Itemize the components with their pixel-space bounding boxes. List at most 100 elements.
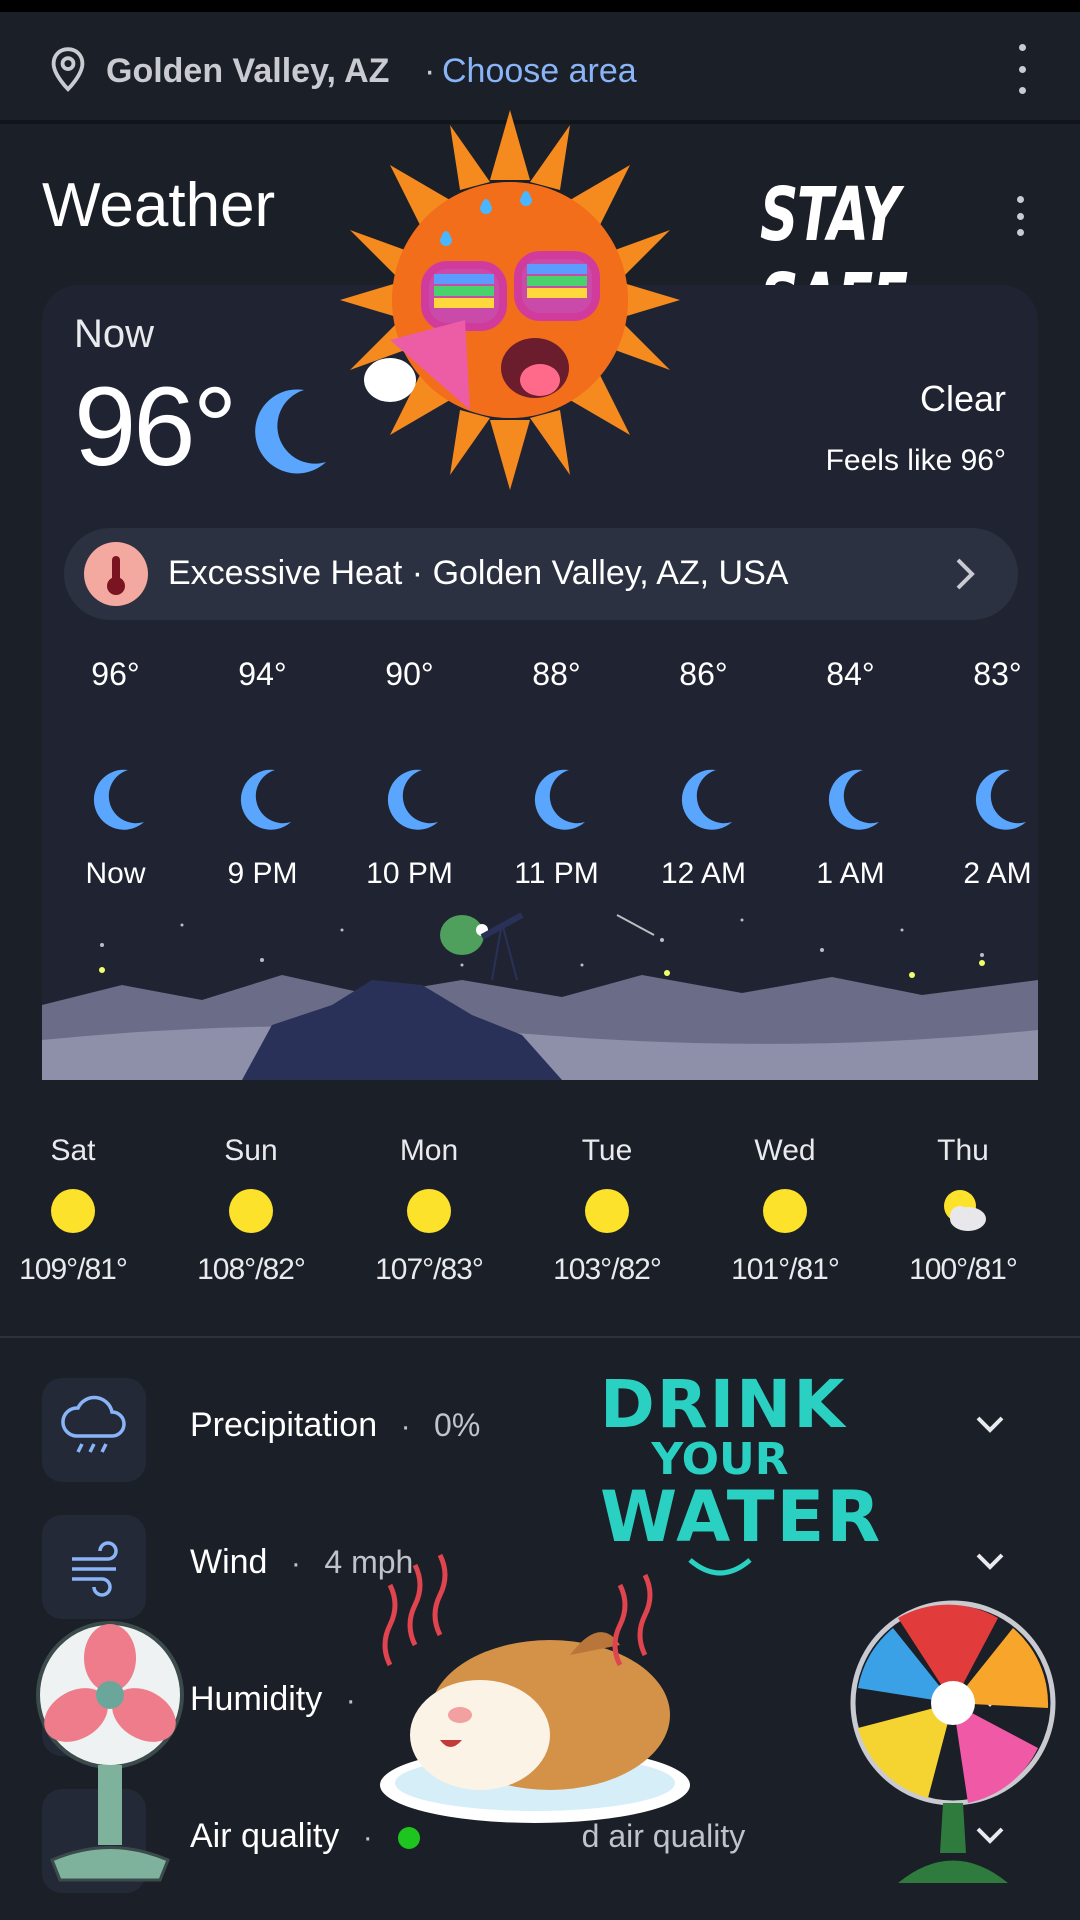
- section-divider: [0, 1336, 1080, 1338]
- wind-row[interactable]: Wind · 4 mph: [0, 1505, 1080, 1619]
- sun-icon: [229, 1189, 273, 1233]
- moon-icon: [534, 769, 585, 830]
- hourly-time: Now: [85, 857, 146, 890]
- location-pin-icon: [51, 47, 85, 92]
- hourly-time: 10 PM: [366, 857, 453, 890]
- day-temp-range: 109°/81°: [19, 1253, 128, 1286]
- humidity-label-group: Humidity ·: [190, 1680, 370, 1719]
- precipitation-icon: [42, 1378, 146, 1482]
- moon-icon: [681, 769, 732, 830]
- hourly-forecast[interactable]: 96° Now 94° 9 PM 90° 10 PM 88° 11 PM 86°…: [42, 650, 1038, 900]
- moon-icon: [387, 769, 438, 830]
- day-name: Tue: [581, 1134, 633, 1167]
- day-temp-range: 103°/82°: [553, 1253, 662, 1286]
- alert-separator: ·: [411, 554, 424, 592]
- moon-icon: [975, 769, 1026, 830]
- hourly-time: 12 AM: [660, 857, 747, 890]
- daily-forecast[interactable]: Sat 109°/81° Sun 108°/82° Mon 107°/83° T…: [0, 1110, 1080, 1310]
- sun-icon: [51, 1189, 95, 1233]
- precipitation-label: Precipitation: [190, 1406, 378, 1444]
- precipitation-label-group: Precipitation · 0%: [190, 1406, 480, 1445]
- night-scene-illustration: [42, 905, 1038, 1080]
- day-temp-range: 108°/82°: [197, 1253, 306, 1286]
- hourly-temp: 88°: [532, 656, 581, 692]
- precipitation-value: 0%: [434, 1407, 481, 1443]
- hourly-item: 90° 10 PM: [336, 650, 483, 891]
- heat-alert-chip[interactable]: Excessive Heat · Golden Valley, AZ, USA: [64, 528, 1018, 620]
- chevron-right-icon: [956, 558, 975, 590]
- now-label: Now: [74, 312, 155, 356]
- location-bar: Golden Valley, AZ · Choose area: [0, 12, 1080, 124]
- day-name: Mon: [399, 1134, 459, 1167]
- alert-title: Excessive Heat: [168, 554, 403, 592]
- wind-value: 4 mph: [324, 1544, 414, 1580]
- daily-item: Mon 107°/83°: [340, 1110, 518, 1287]
- moon-icon: [240, 769, 291, 830]
- wind-separator: ·: [290, 1547, 301, 1580]
- hourly-item: 88° 11 PM: [483, 650, 630, 891]
- air-quality-value: d air quality: [581, 1818, 746, 1854]
- wind-label: Wind: [190, 1543, 268, 1581]
- moon-icon: [828, 769, 879, 830]
- hourly-item: 94° 9 PM: [189, 650, 336, 891]
- day-temp-range: 100°/81°: [909, 1253, 1018, 1286]
- humidity-separator: ·: [345, 1684, 356, 1717]
- air-quality-row[interactable]: Air quality · d air quality: [0, 1779, 1080, 1893]
- humidity-row[interactable]: Humidity ·: [0, 1642, 1080, 1756]
- chevron-down-icon: [976, 1690, 1004, 1707]
- air-quality-status-dot: [398, 1827, 421, 1850]
- hourly-temp: 84°: [826, 656, 875, 692]
- alert-place: Golden Valley, AZ, USA: [432, 554, 789, 592]
- hourly-temp: 94°: [238, 656, 287, 692]
- hourly-time: 1 AM: [816, 857, 885, 890]
- day-name: Wed: [754, 1134, 816, 1167]
- hourly-temp: 83°: [973, 656, 1022, 692]
- day-temp-range: 101°/81°: [731, 1253, 840, 1286]
- chevron-down-icon: [976, 1416, 1004, 1433]
- hourly-temp: 86°: [679, 656, 728, 692]
- hourly-time: 2 AM: [963, 857, 1032, 890]
- wind-icon: [42, 1515, 146, 1619]
- hourly-time: 11 PM: [514, 857, 599, 890]
- day-temp-range: 107°/83°: [375, 1253, 484, 1286]
- location-separator: ·: [424, 52, 436, 90]
- day-name: Sat: [50, 1134, 96, 1167]
- thermometer-icon: [84, 542, 148, 606]
- humidity-label: Humidity: [190, 1680, 323, 1718]
- moon-icon: [93, 769, 144, 830]
- condition-text: Clear: [919, 378, 1006, 419]
- sun-icon: [407, 1189, 451, 1233]
- sun-icon: [585, 1189, 629, 1233]
- hourly-item: 84° 1 AM: [777, 650, 924, 891]
- feels-like-text: Feels like 96°: [825, 444, 1006, 477]
- daily-item: Thu 100°/81°: [874, 1110, 1052, 1287]
- weather-menu-icon[interactable]: [1010, 196, 1030, 236]
- hourly-item: 86° 12 AM: [630, 650, 777, 891]
- wind-label-group: Wind · 4 mph: [190, 1543, 413, 1582]
- choose-area-link[interactable]: Choose area: [442, 52, 637, 91]
- air-quality-icon: [42, 1789, 146, 1893]
- chevron-down-icon: [976, 1553, 1004, 1570]
- sun-icon: [763, 1189, 807, 1233]
- more-options-icon[interactable]: [1012, 44, 1032, 94]
- precipitation-separator: ·: [400, 1410, 411, 1443]
- hourly-temp: 90°: [385, 656, 434, 692]
- daily-item: Tue 103°/82°: [518, 1110, 696, 1287]
- air-quality-label: Air quality: [190, 1817, 340, 1855]
- partly-cloudy-icon: [944, 1190, 986, 1231]
- hourly-temp: 96°: [91, 656, 140, 692]
- air-quality-label-group: Air quality · d air quality: [190, 1817, 745, 1856]
- air-quality-separator: ·: [362, 1821, 373, 1854]
- day-name: Sun: [224, 1134, 278, 1167]
- precipitation-row[interactable]: Precipitation · 0%: [0, 1368, 1080, 1482]
- humidity-icon: [42, 1652, 146, 1756]
- page-title: Weather: [42, 171, 276, 240]
- chevron-down-icon: [976, 1827, 1004, 1844]
- current-temperature: 96°: [74, 364, 237, 489]
- hourly-time: 9 PM: [227, 857, 298, 890]
- moon-icon: [255, 389, 326, 474]
- hourly-item: 83° 2 AM: [924, 650, 1038, 891]
- daily-item: Wed 101°/81°: [696, 1110, 874, 1287]
- alert-text: Excessive Heat · Golden Valley, AZ, USA: [168, 554, 788, 593]
- day-name: Thu: [937, 1134, 989, 1167]
